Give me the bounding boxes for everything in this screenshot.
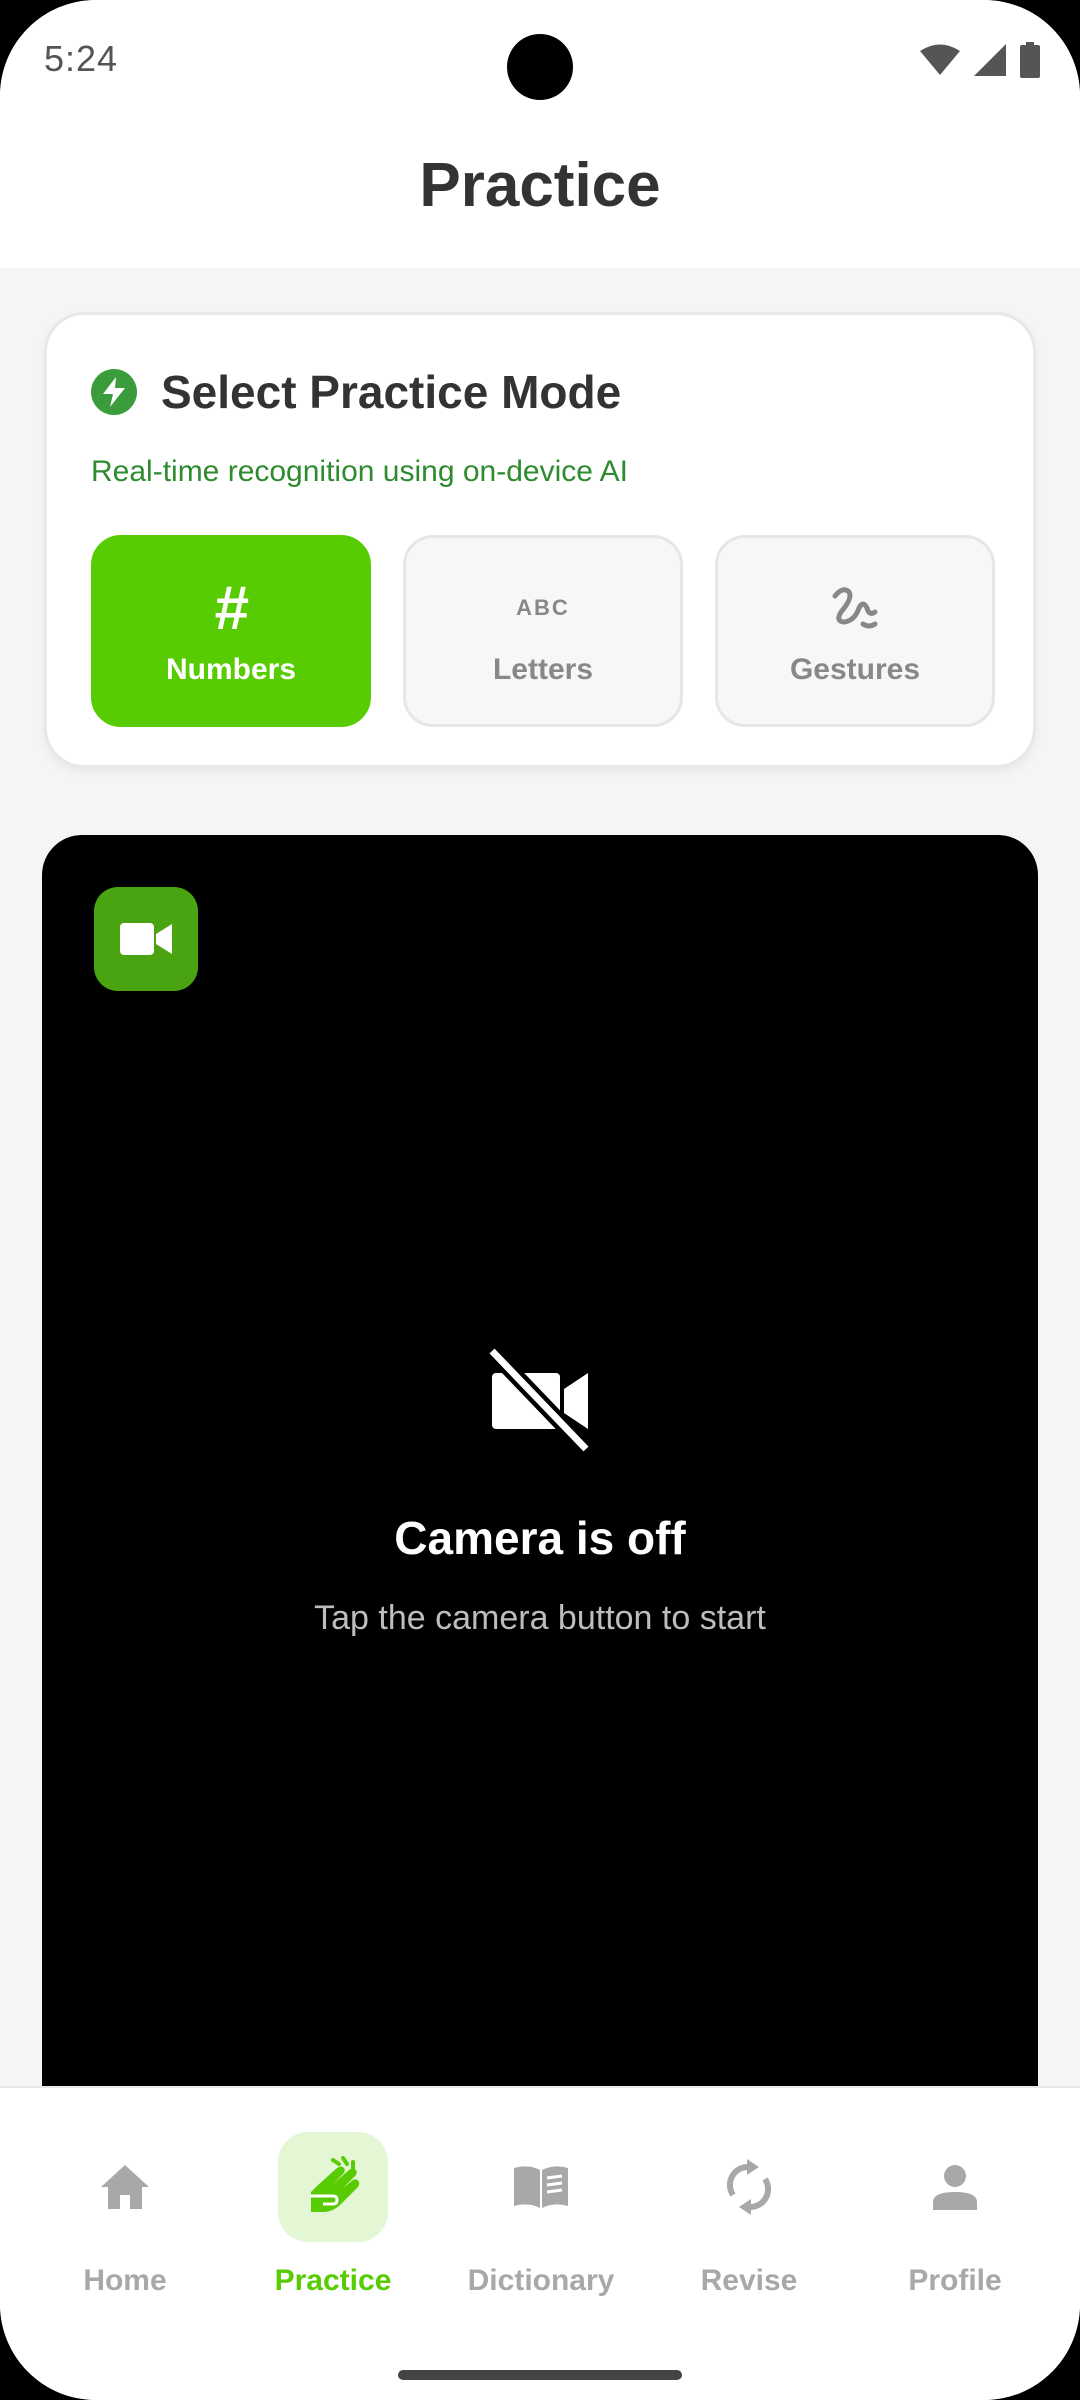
bottom-navigation: Home Practice Dictionary Revise Profile (0, 2086, 1080, 2400)
nav-item-dictionary[interactable]: Dictionary (436, 2132, 646, 2332)
sign-language-icon (278, 2132, 388, 2242)
video-camera-icon (120, 923, 172, 955)
status-icons (920, 40, 1040, 80)
mode-button-gestures[interactable]: Gestures (715, 535, 995, 727)
cellular-signal-icon (974, 44, 1006, 76)
practice-mode-card: Select Practice Mode Real-time recogniti… (44, 312, 1036, 768)
gesture-icon (829, 575, 881, 641)
battery-icon (1020, 42, 1040, 78)
abc-icon: ABC (516, 595, 570, 620)
bolt-icon (91, 369, 137, 415)
card-subtitle: Real-time recognition using on-device AI (91, 455, 628, 488)
nav-item-practice[interactable]: Practice (228, 2132, 438, 2332)
camera-preview: Camera is off Tap the camera button to s… (42, 835, 1038, 2135)
nav-items: Home Practice Dictionary Revise Profile (0, 2132, 1080, 2332)
camera-off-icon (486, 1345, 592, 1453)
nav-label: Home (83, 2264, 167, 2297)
person-icon (900, 2132, 1010, 2242)
page-title: Practice (419, 151, 661, 220)
front-camera-cutout (507, 34, 573, 100)
nav-item-home[interactable]: Home (20, 2132, 230, 2332)
sync-icon (694, 2132, 804, 2242)
mode-selector: # Numbers ABC Letters Gestures (91, 535, 995, 727)
hash-icon: # (213, 573, 249, 643)
card-title: Select Practice Mode (161, 366, 622, 418)
mode-button-letters[interactable]: ABC Letters (403, 535, 683, 727)
nav-label: Profile (908, 2264, 1002, 2297)
home-icon (70, 2132, 180, 2242)
nav-item-revise[interactable]: Revise (644, 2132, 854, 2332)
camera-off-title: Camera is off (394, 1512, 686, 1564)
practice-screen: 5:24 Practice Select Practice Mode Real-… (0, 0, 1080, 2400)
camera-toggle-button[interactable] (94, 887, 198, 991)
mode-label: Gestures (789, 653, 921, 686)
nav-label: Dictionary (467, 2264, 615, 2297)
camera-off-hint: Tap the camera button to start (314, 1599, 766, 1637)
app-header: 5:24 Practice (0, 0, 1080, 268)
nav-item-profile[interactable]: Profile (850, 2132, 1060, 2332)
mode-button-numbers[interactable]: # Numbers (91, 535, 371, 727)
mode-label: Letters (492, 653, 594, 686)
card-header: Select Practice Mode (91, 365, 621, 419)
nav-label: Practice (274, 2264, 392, 2297)
home-indicator[interactable] (398, 2370, 682, 2380)
wifi-icon (920, 44, 960, 75)
nav-label: Revise (700, 2264, 798, 2297)
mode-label: Numbers (165, 653, 297, 686)
book-icon (486, 2132, 596, 2242)
status-time: 5:24 (44, 38, 119, 79)
